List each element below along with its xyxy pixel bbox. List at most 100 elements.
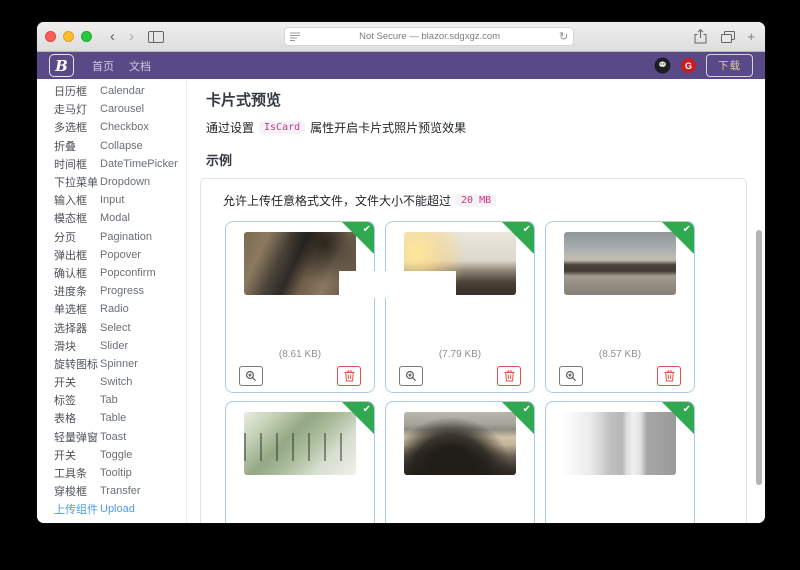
- sidebar-item-dropdown[interactable]: 下拉菜单 Dropdown: [37, 173, 186, 191]
- upload-card-grid: ✔ (8.61 KB) ✔ (7.79 KB) ✔ (8.57 KB) ✔ ✔ …: [225, 221, 746, 523]
- sidebar-item-label-en: Toast: [100, 430, 127, 443]
- sidebar-item-label-zh: 分页: [54, 231, 76, 244]
- download-button[interactable]: 下载: [706, 54, 753, 77]
- preview-button[interactable]: [239, 366, 263, 386]
- address-bar[interactable]: Not Secure — blazor.sdgxgz.com ↻: [284, 27, 575, 46]
- file-size-label: (7.79 KB): [438, 349, 482, 360]
- sidebar-item-popover[interactable]: 弹出框 Popover: [37, 246, 186, 264]
- forward-button[interactable]: ›: [125, 29, 138, 44]
- file-thumbnail-beach-rocks[interactable]: [404, 412, 516, 475]
- sidebar-item-label-en: Popconfirm: [100, 266, 156, 279]
- sidebar-item-progress[interactable]: 进度条 Progress: [37, 282, 186, 300]
- sidebar-item-label-en: Select: [100, 321, 131, 334]
- delete-button[interactable]: [337, 366, 361, 386]
- upload-demo-panel: 允许上传任意格式文件，文件大小不能超过 20 MB ✔ (8.61 KB) ✔ …: [200, 178, 747, 523]
- sidebar-item-label-zh: 工具条: [54, 468, 87, 481]
- sidebar-item-calendar[interactable]: 日历框 Calendar: [37, 82, 186, 100]
- sidebar-nav: 日历框 Calendar 走马灯 Carousel 多选框 Checkbox 折…: [37, 79, 187, 523]
- upload-card: ✔ (8.61 KB): [225, 221, 375, 393]
- sidebar-item-datetimepicker[interactable]: 时间框 DateTimePicker: [37, 155, 186, 173]
- tabs-overview-icon[interactable]: [717, 30, 739, 43]
- sidebar-item-label-en: Spinner: [100, 357, 138, 370]
- sidebar-item-label-en: Dropdown: [100, 176, 151, 189]
- minimize-window-button[interactable]: [63, 31, 74, 42]
- sidebar-item-label-zh: 折叠: [54, 140, 76, 153]
- app-body: 日历框 Calendar 走马灯 Carousel 多选框 Checkbox 折…: [37, 79, 765, 523]
- delete-button[interactable]: [657, 366, 681, 386]
- sidebar-item-upload[interactable]: 上传组件 Upload: [37, 500, 186, 518]
- sidebar-toggle-icon[interactable]: [144, 30, 168, 43]
- browser-window: ‹ › Not Secure — blazor.sdgxgz.com ↻ + B…: [37, 22, 765, 523]
- new-tab-button[interactable]: +: [745, 29, 757, 44]
- page-title: 卡片式预览: [206, 92, 282, 109]
- zoom-window-button[interactable]: [81, 31, 92, 42]
- sidebar-item-label-en: Checkbox: [100, 121, 149, 134]
- upload-card: ✔ (8.42 KB): [385, 401, 535, 523]
- sidebar-item-label-zh: 旋转图标: [54, 358, 98, 371]
- sidebar-item-modal[interactable]: 模态框 Modal: [37, 209, 186, 227]
- nav-item-docs[interactable]: 文档: [129, 58, 151, 74]
- sidebar-item-toast[interactable]: 轻量弹窗 Toast: [37, 428, 186, 446]
- refresh-icon[interactable]: ↻: [559, 30, 568, 43]
- check-icon: ✔: [682, 224, 691, 235]
- preview-button[interactable]: [399, 366, 423, 386]
- sidebar-item-tooltip[interactable]: 工具条 Tooltip: [37, 464, 186, 482]
- file-thumbnail-balcony-plants[interactable]: [244, 412, 356, 475]
- sidebar-item-table[interactable]: 表格 Table: [37, 409, 186, 427]
- address-url-text: Not Secure — blazor.sdgxgz.com: [359, 31, 501, 42]
- sidebar-item-input[interactable]: 输入框 Input: [37, 191, 186, 209]
- nav-item-home[interactable]: 首页: [92, 58, 114, 74]
- header-right: G 下载: [654, 54, 753, 77]
- sidebar-item-pagination[interactable]: 分页 Pagination: [37, 228, 186, 246]
- sidebar-item-radio[interactable]: 单选框 Radio: [37, 300, 186, 318]
- tooltip-overlay: [339, 271, 456, 298]
- page-scrollbar-thumb[interactable]: [756, 230, 762, 485]
- app-nav: 首页 文档: [92, 58, 151, 74]
- description-suffix: 属性开启卡片式照片预览效果: [310, 121, 467, 135]
- sidebar-item-label-en: Switch: [100, 376, 133, 389]
- sidebar-item-switch[interactable]: 开关 Switch: [37, 373, 186, 391]
- close-window-button[interactable]: [45, 31, 56, 42]
- sidebar-item-carousel[interactable]: 走马灯 Carousel: [37, 100, 186, 118]
- check-icon: ✔: [362, 224, 371, 235]
- sidebar-item-slider[interactable]: 滑块 Slider: [37, 337, 186, 355]
- check-icon: ✔: [522, 404, 531, 415]
- delete-button[interactable]: [497, 366, 521, 386]
- sidebar-item-select[interactable]: 选择器 Select: [37, 318, 186, 336]
- sidebar-item-transfer[interactable]: 穿梭框 Transfer: [37, 482, 186, 500]
- sidebar-item-label-zh: 确认框: [54, 267, 87, 280]
- page-description: 通过设置 IsCard 属性开启卡片式照片预览效果: [206, 119, 765, 136]
- sidebar-item-toggle[interactable]: 开关 Toggle: [37, 446, 186, 464]
- description-prefix: 通过设置: [206, 121, 255, 135]
- main-content: 卡片式预览 通过设置 IsCard 属性开启卡片式照片预览效果 示例 允许上传任…: [187, 79, 765, 523]
- upload-card: ✔ (8.57 KB): [545, 221, 695, 393]
- sidebar-item-checkbox[interactable]: 多选框 Checkbox: [37, 118, 186, 136]
- sidebar-item-label-zh: 日历框: [54, 86, 87, 99]
- sidebar-item-label-en: Transfer: [100, 485, 141, 498]
- sidebar-item-label-zh: 轻量弹窗: [54, 431, 98, 444]
- file-thumbnail-statue-of-liberty[interactable]: [564, 412, 676, 475]
- sidebar-item-spinner[interactable]: 旋转图标 Spinner: [37, 355, 186, 373]
- sidebar-item-label-en: Input: [100, 194, 125, 207]
- back-button[interactable]: ‹: [106, 29, 119, 44]
- browser-toolbar: ‹ › Not Secure — blazor.sdgxgz.com ↻ +: [37, 22, 765, 52]
- sidebar-item-label-en: Carousel: [100, 103, 145, 116]
- sidebar-item-label-en: Pagination: [100, 230, 152, 243]
- preview-button[interactable]: [559, 366, 583, 386]
- example-section-label: 示例: [206, 153, 233, 168]
- github-icon[interactable]: [654, 57, 671, 74]
- gitee-icon[interactable]: G: [681, 58, 696, 73]
- brand-logo[interactable]: B: [49, 54, 74, 77]
- sidebar-item-collapse[interactable]: 折叠 Collapse: [37, 137, 186, 155]
- sidebar-item-label-en: Progress: [100, 285, 145, 298]
- size-limit-code-chip: 20 MB: [456, 194, 497, 207]
- sidebar-item-label-en: Collapse: [100, 139, 143, 152]
- sidebar-item-popconfirm[interactable]: 确认框 Popconfirm: [37, 264, 186, 282]
- reader-icon[interactable]: [290, 32, 301, 41]
- file-thumbnail-pier-bench[interactable]: [564, 232, 676, 295]
- sidebar-item-tab[interactable]: 标签 Tab: [37, 391, 186, 409]
- sidebar-item-label-zh: 多选框: [54, 122, 87, 135]
- share-icon[interactable]: [690, 29, 711, 44]
- sidebar-item-label-zh: 开关: [54, 377, 76, 390]
- file-size-label: (8.57 KB): [598, 349, 642, 360]
